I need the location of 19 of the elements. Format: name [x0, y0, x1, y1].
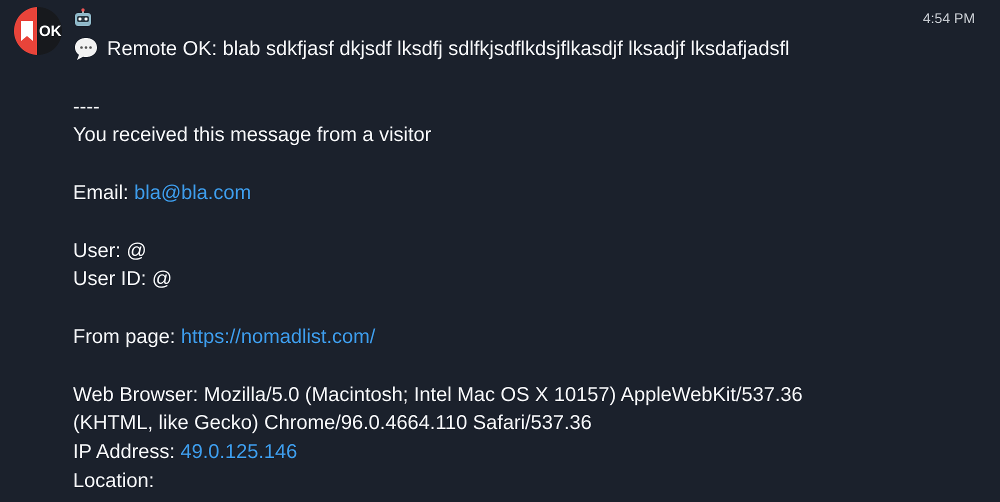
robot-icon — [73, 8, 93, 28]
message-line: You received this message from a visitor — [73, 123, 432, 148]
message-line: User: @ — [73, 238, 148, 264]
field-link[interactable]: bla@bla.com — [134, 178, 252, 208]
message-time: 4:54 PM — [922, 9, 975, 28]
field-label: Email: — [73, 180, 130, 206]
message-line: Location: — [73, 468, 156, 494]
message-line: (KHTML, like Gecko) Chrome/96.0.4664.110 Safari/537.36 — [73, 411, 593, 436]
field-link[interactable]: https://nomadlist.com/ — [180, 322, 376, 352]
speech-bubble-icon — [73, 36, 99, 62]
field-label: IP Address: — [73, 440, 176, 466]
message-line: User ID: @ — [73, 267, 174, 292]
message-line: Web Browser: Mozilla/5.0 (Macintosh; Intel Mac OS X 10157) AppleWebKit/537.36 — [73, 382, 804, 408]
message-line: ---- — [73, 94, 101, 120]
field-link[interactable]: 49.0.125.146 — [180, 438, 298, 467]
logo-text: OK — [39, 22, 62, 42]
message-title: Remote OK: blab sdkfjasf dkjsdf lksdfj sdlfkjsdflkdsjflkasdjf lksadjf lksdafjadsfl — [107, 37, 790, 62]
bookmark-icon — [20, 20, 34, 42]
field-label: From page: — [73, 324, 176, 350]
